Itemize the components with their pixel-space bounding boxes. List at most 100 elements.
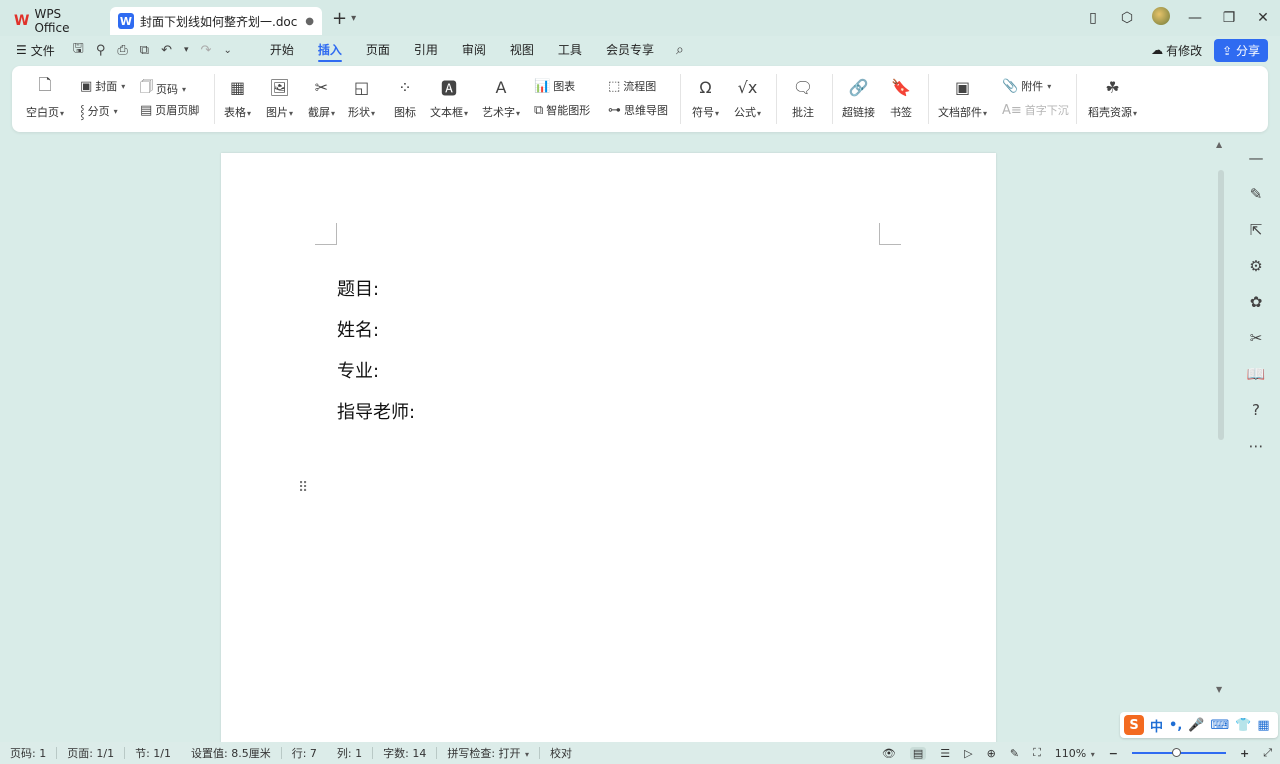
scroll-down-icon[interactable]: ▼ <box>1216 685 1222 694</box>
save-status[interactable]: ☁ 有修改 <box>1151 42 1202 59</box>
tab-review[interactable]: 审阅 <box>450 36 498 64</box>
comment-button[interactable]: 🗨 批注 <box>792 76 814 120</box>
share-button[interactable]: ⇪ 分享 <box>1214 38 1268 62</box>
doc-line-title[interactable]: 题目: <box>337 275 379 301</box>
textbox-button[interactable]: 🅰 文本框▾ <box>430 76 468 120</box>
tab-view[interactable]: 视图 <box>498 36 546 64</box>
scrollbar-thumb[interactable] <box>1218 170 1224 440</box>
doc-line-name[interactable]: 姓名: <box>337 316 379 342</box>
status-setting[interactable]: 设置值: 8.5厘米 <box>181 745 281 761</box>
tab-tools[interactable]: 工具 <box>546 36 594 64</box>
print-preview-icon[interactable]: ⧉ <box>140 43 149 58</box>
ai-icon[interactable]: ✿ <box>1238 284 1274 320</box>
chart-button[interactable]: 📊 图表 <box>534 78 575 94</box>
smart-graphic-button[interactable]: ⧉ 智能图形 <box>534 102 590 118</box>
edit-pen-icon[interactable]: ✎ <box>1238 176 1274 212</box>
zoom-in-button[interactable]: + <box>1240 747 1249 760</box>
minimize-button[interactable]: — <box>1178 10 1212 26</box>
more-icon[interactable]: ⋯ <box>1238 428 1274 464</box>
status-word-count[interactable]: 字数: 14 <box>373 745 436 761</box>
cover-button[interactable]: ▣ 封面 ▾ <box>80 78 125 94</box>
document-page[interactable]: 题目: 姓名: 专业: 指导老师: <box>221 153 996 753</box>
status-page-no[interactable]: 页码: 1 <box>0 745 56 761</box>
mindmap-button[interactable]: ⊶ 思维导图 <box>608 102 668 118</box>
drag-handle-icon[interactable]: ⠿ <box>298 480 308 496</box>
tab-document[interactable]: W 封面下划线如何整齐划一.doc ● <box>110 7 322 35</box>
status-spell-check[interactable]: 拼写检查: 打开 ▾ <box>437 745 539 761</box>
unsaved-dot-icon[interactable]: ● <box>305 16 314 27</box>
new-tab-button[interactable]: + <box>332 8 347 29</box>
save-icon[interactable]: 🖫 <box>73 39 84 61</box>
settings-sliders-icon[interactable]: ⚙ <box>1238 248 1274 284</box>
layout-icon[interactable]: ▯ <box>1076 10 1110 26</box>
help-icon[interactable]: ? <box>1238 392 1274 428</box>
restore-button[interactable]: ❐ <box>1212 10 1246 26</box>
avatar[interactable] <box>1144 7 1178 29</box>
print-icon[interactable]: ⎙ <box>117 43 127 58</box>
read-mode-icon[interactable]: 📖 <box>1238 356 1274 392</box>
header-footer-button[interactable]: ▤ 页眉页脚 <box>140 102 199 118</box>
keyboard-icon[interactable]: ⌨ <box>1210 718 1229 733</box>
pen-icon[interactable]: ✎ <box>1010 747 1019 760</box>
undo-dropdown-icon[interactable]: ▾ <box>184 45 189 55</box>
play-icon[interactable]: ▷ <box>964 747 972 760</box>
microphone-icon[interactable]: 🎤 <box>1188 718 1204 733</box>
zoom-level[interactable]: 110% ▾ <box>1055 747 1095 760</box>
status-pages[interactable]: 页面: 1/1 <box>57 745 124 761</box>
wordart-button[interactable]: A 艺术字▾ <box>482 76 520 120</box>
status-section[interactable]: 节: 1/1 <box>125 745 181 761</box>
close-button[interactable]: ✕ <box>1246 10 1280 26</box>
outline-view-icon[interactable]: ☰ <box>940 747 950 760</box>
drop-cap-button[interactable]: A≡ 首字下沉 <box>1002 102 1069 118</box>
attachment-button[interactable]: 📎 附件 ▾ <box>1002 78 1051 94</box>
tab-home[interactable]: 开始 <box>258 36 306 64</box>
status-proofread[interactable]: 校对 <box>540 745 582 761</box>
table-button[interactable]: ▦ 表格▾ <box>224 76 251 120</box>
bookmark-button[interactable]: 🔖 书签 <box>890 76 912 120</box>
grid-menu-icon[interactable]: ▦ <box>1257 718 1269 733</box>
tab-references[interactable]: 引用 <box>402 36 450 64</box>
resources-button[interactable]: ☘ 稻壳资源▾ <box>1088 76 1137 120</box>
zoom-slider-knob[interactable] <box>1172 748 1182 757</box>
fit-screen-icon[interactable]: ⛶ <box>1033 746 1041 760</box>
eye-icon[interactable]: 👁 <box>882 747 896 760</box>
screenshot-button[interactable]: ✂ 截屏▾ <box>308 76 335 120</box>
icon-button[interactable]: ⁘ 图标 <box>394 76 416 120</box>
ime-language[interactable]: 中 <box>1150 716 1163 735</box>
more-dropdown-icon[interactable]: ⌄ <box>223 45 231 56</box>
select-cursor-icon[interactable]: ⇱ <box>1238 212 1274 248</box>
zoom-out-button[interactable]: − <box>1109 747 1118 760</box>
fullscreen-icon[interactable]: ⤢ <box>1263 746 1272 760</box>
shape-button[interactable]: ◱ 形状▾ <box>348 76 375 120</box>
web-view-icon[interactable]: ⊕ <box>987 747 996 760</box>
page-break-button[interactable]: ⸾ 分页 ▾ <box>80 102 118 120</box>
status-col[interactable]: 列: 1 <box>327 745 372 761</box>
search-icon[interactable]: ⌕ <box>676 42 684 58</box>
undo-icon[interactable]: ↶ <box>161 43 172 58</box>
tab-insert[interactable]: 插入 <box>306 36 354 64</box>
tab-page[interactable]: 页面 <box>354 36 402 64</box>
formula-button[interactable]: √x 公式▾ <box>734 76 761 120</box>
tab-member[interactable]: 会员专享 <box>594 36 666 64</box>
page-view-icon[interactable]: ▤ <box>909 746 927 760</box>
new-tab-dropdown-icon[interactable]: ▾ <box>351 13 356 24</box>
picture-button[interactable]: 🖼 图片▾ <box>266 76 293 120</box>
doc-line-major[interactable]: 专业: <box>337 357 379 383</box>
file-menu[interactable]: ☰ 文件 <box>16 42 55 59</box>
tab-wps-home[interactable]: W WPS Office <box>6 7 106 35</box>
doc-line-advisor[interactable]: 指导老师: <box>337 398 415 424</box>
tools-icon[interactable]: ✂ <box>1238 320 1274 356</box>
link-icon[interactable]: ⚲ <box>96 43 106 58</box>
scroll-up-icon[interactable]: ▲ <box>1216 140 1222 149</box>
redo-icon[interactable]: ↷ <box>201 43 212 58</box>
vertical-scrollbar[interactable]: ▲ ▼ <box>1214 140 1228 715</box>
ime-toolbar[interactable]: S 中 •, 🎤 ⌨ 👕 ▦ <box>1120 712 1278 738</box>
hyperlink-button[interactable]: 🔗 超链接 <box>842 76 875 120</box>
status-row[interactable]: 行: 7 <box>282 745 327 761</box>
doc-parts-button[interactable]: ▣ 文档部件▾ <box>938 76 987 120</box>
page-number-button[interactable]: 🗍 页码 ▾ <box>140 78 186 100</box>
zoom-slider[interactable] <box>1131 748 1226 757</box>
ime-punct[interactable]: •, <box>1169 718 1182 733</box>
symbol-button[interactable]: Ω 符号▾ <box>692 76 719 120</box>
cube-icon[interactable]: ⬡ <box>1110 10 1144 26</box>
